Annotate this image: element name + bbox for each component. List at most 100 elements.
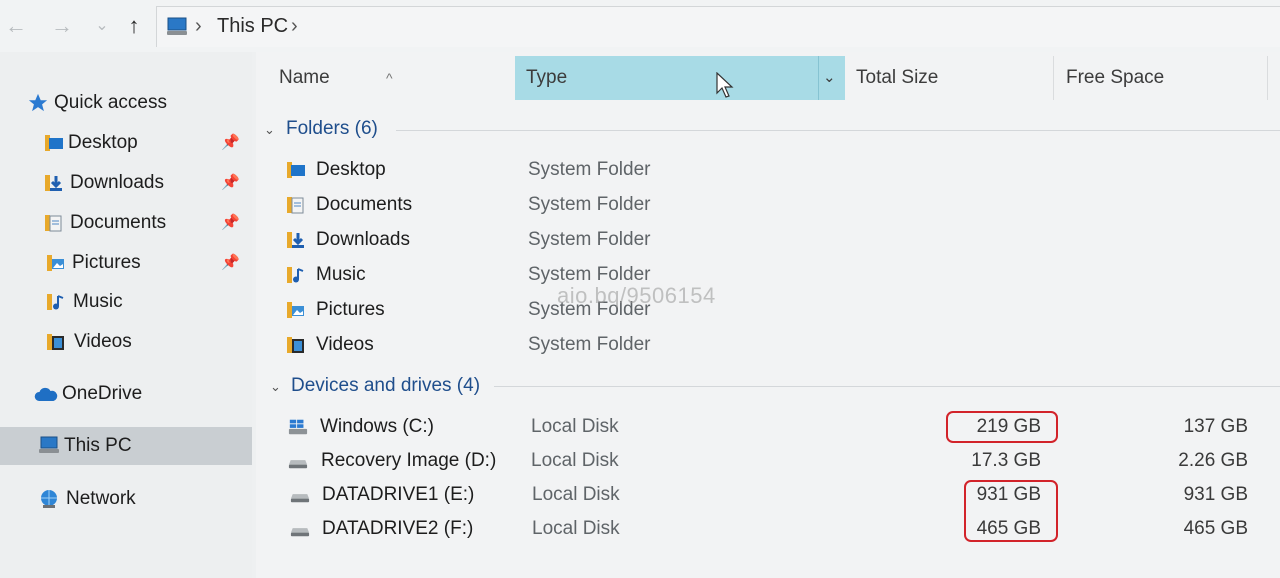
- drive-row-d[interactable]: Recovery Image (D:) Local Disk 17.3 GB 2…: [256, 444, 1280, 478]
- chevron-down-icon: ⌄: [95, 17, 109, 34]
- breadcrumb-this-pc[interactable]: This PC: [217, 15, 288, 38]
- folder-row-music[interactable]: Music System Folder: [256, 258, 1280, 292]
- folder-row-videos[interactable]: Videos System Folder: [256, 328, 1280, 362]
- column-header-free-space[interactable]: Free Space: [1056, 56, 1268, 100]
- sidebar-item-label: This PC: [64, 435, 132, 456]
- drive-row-e[interactable]: DATADRIVE1 (E:) Local Disk 931 GB 931 GB: [256, 478, 1280, 512]
- back-button[interactable]: ←: [2, 12, 30, 40]
- folder-row-desktop[interactable]: Desktop System Folder: [256, 153, 1280, 187]
- row-free-space: 931 GB: [1183, 484, 1248, 505]
- sidebar-item-videos[interactable]: Videos: [0, 323, 252, 361]
- pin-icon[interactable]: 📌: [221, 164, 240, 202]
- folder-row-documents[interactable]: Documents System Folder: [256, 188, 1280, 222]
- row-type: System Folder: [528, 159, 651, 180]
- forward-arrow-icon: →: [51, 13, 73, 38]
- sidebar-item-label: Quick access: [54, 92, 167, 113]
- row-type: Local Disk: [531, 450, 619, 471]
- drive-row-c[interactable]: Windows (C:) Local Disk 219 GB 137 GB: [256, 410, 1280, 444]
- column-divider: [1267, 56, 1268, 100]
- group-header-devices-and-drives[interactable]: ⌄ Devices and drives (4): [256, 371, 516, 401]
- drive-row-f[interactable]: DATADRIVE2 (F:) Local Disk 465 GB 465 GB: [256, 512, 1280, 546]
- column-header-label: Total Size: [856, 67, 939, 88]
- sidebar-item-music[interactable]: Music: [0, 283, 252, 321]
- column-header-label: Name: [279, 67, 330, 88]
- sidebar-item-network[interactable]: Network: [0, 480, 252, 518]
- sidebar-item-label: Documents: [70, 212, 167, 233]
- sidebar-item-label: Pictures: [72, 252, 141, 273]
- sidebar-item-label: Network: [66, 488, 136, 509]
- sidebar-item-onedrive[interactable]: OneDrive: [0, 375, 252, 413]
- downloads-folder-icon: [287, 232, 304, 248]
- row-name: Videos: [316, 334, 374, 355]
- documents-folder-icon: [45, 215, 62, 232]
- back-arrow-icon: ←: [5, 13, 27, 38]
- up-arrow-icon: ↑: [128, 13, 140, 38]
- group-label: Folders (6): [286, 118, 378, 139]
- row-type: System Folder: [528, 194, 651, 215]
- row-type: System Folder: [528, 334, 651, 355]
- chevron-down-icon: ⌄: [270, 379, 281, 394]
- group-divider: [494, 386, 1280, 387]
- sidebar-item-pictures[interactable]: Pictures 📌: [0, 244, 252, 282]
- column-header-label: Type: [526, 67, 568, 88]
- row-free-space: 137 GB: [1183, 416, 1248, 437]
- cloud-icon: [34, 387, 58, 401]
- downloads-folder-icon: [45, 175, 62, 191]
- hard-drive-icon: [288, 460, 308, 469]
- row-name: DATADRIVE1 (E:): [322, 484, 475, 505]
- star-icon: [28, 93, 48, 112]
- row-type: System Folder: [528, 229, 651, 250]
- this-pc-icon: [167, 17, 187, 35]
- group-header-folders[interactable]: ⌄ Folders (6): [256, 114, 456, 144]
- row-name: Pictures: [316, 299, 385, 320]
- folder-row-downloads[interactable]: Downloads System Folder: [256, 223, 1280, 257]
- sidebar-item-desktop[interactable]: Desktop 📌: [0, 124, 252, 162]
- hard-drive-icon: [290, 494, 310, 503]
- pin-icon[interactable]: 📌: [221, 124, 240, 162]
- navigation-pane: Quick access Desktop 📌 Downloads 📌 Docum…: [0, 52, 252, 578]
- sidebar-item-label: Music: [73, 291, 123, 312]
- sidebar-item-label: Videos: [74, 331, 132, 352]
- music-folder-icon: [47, 294, 64, 310]
- breadcrumb-separator[interactable]: ›: [195, 15, 202, 38]
- sidebar-item-label: Downloads: [70, 172, 164, 193]
- group-label: Devices and drives (4): [291, 375, 481, 396]
- windows-drive-icon: [288, 419, 308, 435]
- pin-icon[interactable]: 📌: [221, 244, 240, 282]
- forward-button[interactable]: →: [48, 12, 76, 40]
- column-header-label: Free Space: [1066, 67, 1165, 88]
- sidebar-item-documents[interactable]: Documents 📌: [0, 204, 252, 242]
- row-name: DATADRIVE2 (F:): [322, 518, 474, 539]
- desktop-folder-icon: [45, 135, 63, 151]
- up-button[interactable]: ↑: [120, 12, 148, 40]
- column-filter-chevron-icon[interactable]: ⌄: [823, 56, 836, 100]
- watermark-text: aio.bq/9506154: [557, 283, 716, 308]
- desktop-folder-icon: [287, 162, 305, 178]
- sidebar-item-quick-access[interactable]: Quick access: [0, 84, 252, 122]
- row-free-space: 465 GB: [1183, 518, 1248, 539]
- file-list-pane: Name ^ Type ⌄ Total Size Free Space ⌄ Fo…: [256, 52, 1280, 578]
- row-total-size: 17.3 GB: [971, 450, 1041, 471]
- folder-row-pictures[interactable]: Pictures System Folder: [256, 293, 1280, 327]
- this-pc-icon: [39, 436, 59, 453]
- column-header-type[interactable]: Type ⌄: [515, 56, 845, 100]
- column-header-name[interactable]: Name ^: [256, 56, 514, 100]
- address-box[interactable]: › This PC ›: [156, 6, 1280, 47]
- sidebar-item-downloads[interactable]: Downloads 📌: [0, 164, 252, 202]
- sort-ascending-icon: ^: [386, 70, 393, 86]
- hard-drive-icon: [290, 528, 310, 537]
- group-divider: [396, 130, 1280, 131]
- column-header-total-size[interactable]: Total Size: [846, 56, 1054, 100]
- sidebar-item-this-pc[interactable]: This PC: [0, 427, 252, 465]
- network-icon: [41, 490, 57, 508]
- pin-icon[interactable]: 📌: [221, 204, 240, 242]
- highlight-box-c-total: [946, 411, 1058, 443]
- breadcrumb-separator-end[interactable]: ›: [291, 15, 298, 38]
- sidebar-item-label: OneDrive: [62, 383, 143, 404]
- address-toolbar: ← → ⌄ ↑ › This PC ›: [0, 0, 1280, 52]
- recent-locations-button[interactable]: ⌄: [88, 12, 116, 40]
- videos-folder-icon: [47, 334, 64, 350]
- mouse-cursor-icon: [716, 72, 734, 98]
- column-divider: [1053, 56, 1054, 100]
- row-type: Local Disk: [531, 416, 619, 437]
